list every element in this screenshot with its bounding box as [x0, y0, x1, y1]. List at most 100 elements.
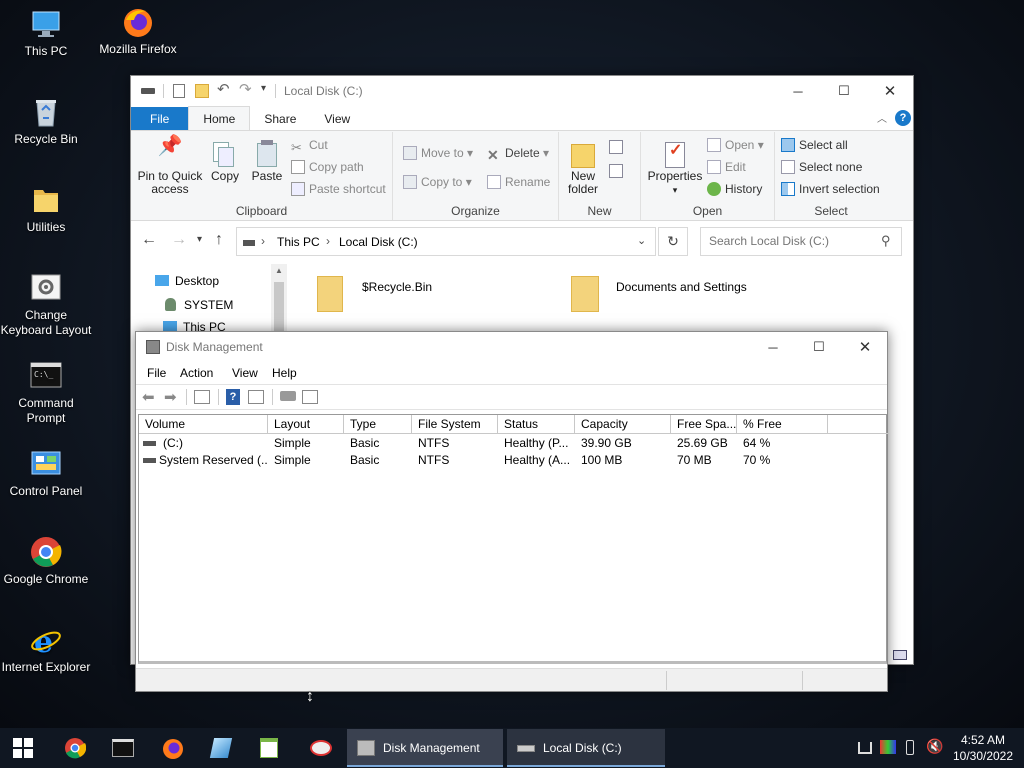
connect-icon[interactable] — [280, 391, 296, 401]
start-button[interactable] — [0, 728, 46, 768]
address-bar[interactable]: › This PC › Local Disk (C:) ⌄ — [236, 227, 656, 256]
desktop-icon-recycle-bin[interactable]: Recycle Bin — [0, 96, 92, 147]
close-button[interactable]: ✕ — [867, 76, 913, 106]
copy-path-button[interactable]: Copy path — [291, 158, 364, 176]
back-button[interactable]: ← — [141, 231, 157, 249]
properties-button[interactable]: ✓ Properties ▾ — [645, 140, 705, 197]
select-all-button[interactable]: Select all — [781, 136, 848, 154]
copy-button[interactable]: Copy — [205, 140, 245, 183]
properties-icon[interactable] — [248, 390, 264, 404]
menu-help[interactable]: Help — [272, 366, 297, 380]
column-header-type[interactable]: Type — [344, 415, 412, 433]
desktop-icon-firefox[interactable]: Mozilla Firefox — [92, 6, 184, 57]
desktop-icon-google-chrome[interactable]: Google Chrome — [0, 536, 92, 587]
forward-button[interactable]: → — [171, 231, 187, 249]
new-folder-quick-icon[interactable] — [195, 84, 209, 98]
column-header-capacity[interactable]: Capacity — [575, 415, 671, 433]
desktop-icon-change-keyboard-layout[interactable]: Change Keyboard Layout — [0, 272, 92, 338]
select-none-button[interactable]: Select none — [781, 158, 862, 176]
show-hide-console-tree-icon[interactable] — [194, 390, 210, 404]
desktop-icon-control-panel[interactable]: Control Panel — [0, 448, 92, 499]
clock[interactable]: 4:52 AM 10/30/2022 — [948, 732, 1018, 764]
close-button[interactable]: ✕ — [842, 332, 888, 362]
up-button[interactable]: ↑ — [215, 231, 223, 249]
explorer-title-bar[interactable]: ↶ ↷ ▾ Local Disk (C:) ─ ☐ ✕ — [131, 76, 913, 106]
move-to-button[interactable]: Move to ▾ — [403, 144, 473, 162]
edit-button[interactable]: Edit — [707, 158, 746, 176]
collapse-ribbon-icon[interactable]: ︿ — [877, 110, 887, 125]
scroll-up-icon[interactable]: ▲ — [275, 266, 283, 275]
taskbar-item-disk-management[interactable]: Disk Management — [347, 729, 503, 767]
refresh-button[interactable]: ↻ — [658, 227, 688, 256]
rename-button[interactable]: Rename — [487, 173, 550, 191]
undo-icon[interactable]: ↶ — [217, 80, 230, 98]
file-item-documents-and-settings[interactable]: Documents and Settings — [565, 274, 825, 314]
table-row[interactable]: (C:) Simple Basic NTFS Healthy (P... 39.… — [139, 435, 888, 452]
column-header-percent-free[interactable]: % Free — [737, 415, 828, 433]
taskbar-paint[interactable] — [298, 728, 344, 768]
nav-item-desktop[interactable]: Desktop — [155, 274, 219, 288]
breadcrumb-local-disk[interactable]: Local Disk (C:) — [339, 235, 418, 249]
column-header-layout[interactable]: Layout — [268, 415, 344, 433]
menu-file[interactable]: File — [147, 366, 166, 380]
column-header-free-space[interactable]: Free Spa... — [671, 415, 737, 433]
tab-file[interactable]: File — [131, 107, 189, 131]
desktop-icon-this-pc[interactable]: This PC — [0, 8, 92, 59]
cut-button[interactable]: ✂ Cut — [291, 136, 328, 155]
easy-access-icon[interactable] — [609, 164, 623, 178]
taskbar-firefox[interactable] — [150, 728, 196, 768]
file-item-recycle-bin[interactable]: $Recycle.Bin — [311, 274, 541, 314]
nav-item-system[interactable]: SYSTEM — [165, 298, 233, 312]
customize-quick-access-icon[interactable]: ▾ — [261, 83, 266, 94]
list-view-icon[interactable] — [302, 390, 318, 404]
volume-muted-icon[interactable]: 🔇 — [926, 738, 943, 755]
delete-button[interactable]: ✕ Delete ▾ — [487, 144, 549, 163]
open-button[interactable]: Open ▾ — [707, 136, 764, 154]
desktop-icon-internet-explorer[interactable]: e Internet Explorer — [0, 624, 92, 675]
large-icons-view-button[interactable] — [893, 650, 907, 660]
paste-shortcut-button[interactable]: Paste shortcut — [291, 180, 386, 198]
network-tray-icon[interactable] — [858, 742, 872, 754]
tab-home[interactable]: Home — [188, 106, 251, 131]
paste-button[interactable]: Paste — [247, 140, 287, 183]
nav-scrollbar[interactable]: ▲ — [271, 264, 287, 332]
properties-quick-icon[interactable] — [173, 84, 185, 98]
desktop-icon-utilities[interactable]: Utilities — [0, 184, 92, 235]
forward-icon[interactable]: ➡ — [164, 388, 177, 406]
minimize-button[interactable]: ─ — [775, 76, 821, 106]
display-tray-icon[interactable] — [880, 740, 896, 754]
maximize-button[interactable]: ☐ — [796, 332, 842, 362]
copy-to-button[interactable]: Copy to ▾ — [403, 173, 472, 191]
taskbar-item-local-disk[interactable]: Local Disk (C:) — [507, 729, 665, 767]
address-dropdown-icon[interactable]: ⌄ — [637, 234, 646, 247]
table-row[interactable]: System Reserved (... Simple Basic NTFS H… — [139, 452, 888, 469]
recent-locations-button[interactable]: ▾ — [197, 234, 202, 245]
new-folder-button[interactable]: New folder — [561, 140, 605, 196]
taskbar-editor[interactable] — [246, 728, 292, 768]
column-header-volume[interactable]: Volume — [139, 415, 268, 433]
tab-view[interactable]: View — [310, 107, 364, 131]
history-button[interactable]: History — [707, 180, 762, 198]
breadcrumb-this-pc[interactable]: This PC — [277, 235, 320, 249]
taskbar-command-prompt[interactable] — [100, 728, 146, 768]
maximize-button[interactable]: ☐ — [821, 76, 867, 106]
taskbar-chrome[interactable] — [52, 728, 98, 768]
tab-share[interactable]: Share — [250, 107, 310, 131]
column-header-file-system[interactable]: File System — [412, 415, 498, 433]
minimize-button[interactable]: ─ — [750, 332, 796, 362]
disk-management-title-bar[interactable]: Disk Management ─ ☐ ✕ — [136, 332, 887, 362]
menu-view[interactable]: View — [232, 366, 258, 380]
back-icon[interactable]: ⬅ — [142, 388, 155, 406]
column-header-status[interactable]: Status — [498, 415, 575, 433]
desktop-icon-command-prompt[interactable]: C:\_ Command Prompt — [0, 360, 92, 426]
pin-to-quick-access-button[interactable]: 📌 Pin to Quick access — [137, 136, 203, 196]
help-icon[interactable]: ? — [226, 389, 240, 405]
menu-action[interactable]: Action — [180, 366, 213, 380]
usb-tray-icon[interactable] — [906, 740, 914, 755]
help-icon[interactable]: ? — [895, 110, 911, 126]
search-input[interactable] — [709, 234, 869, 248]
search-box[interactable]: ⚲ — [700, 227, 902, 256]
invert-selection-button[interactable]: Invert selection — [781, 180, 880, 198]
new-item-icon[interactable] — [609, 140, 623, 154]
taskbar-app-cube[interactable] — [198, 728, 244, 768]
